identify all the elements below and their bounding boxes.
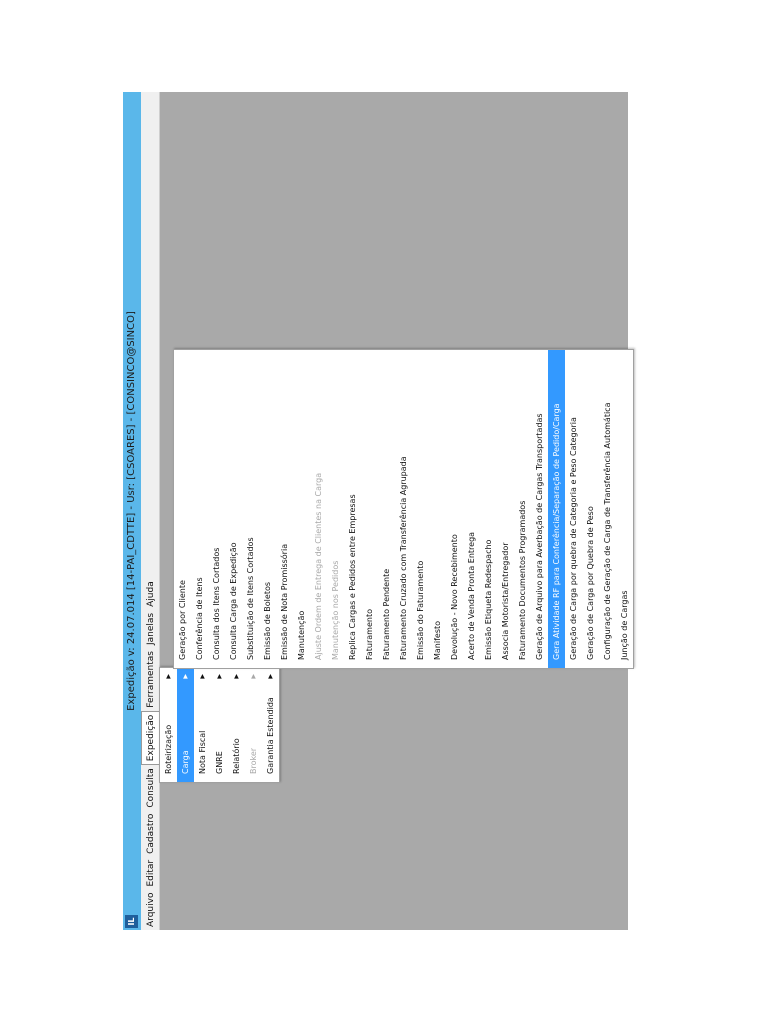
menu-item-label: Faturamento Documentos Programados [518, 500, 527, 660]
submenu-item-emissao-de-boletos[interactable]: Emissão de Boletos [259, 350, 276, 668]
title-bar: IL Expedição v: 24.07.014 [14-PAI_CDTTE]… [123, 92, 141, 930]
menu-ajuda[interactable]: Ajuda [142, 578, 160, 610]
menu-item-roteirizacao[interactable]: Roteirização ▶ [160, 668, 177, 782]
menu-item-broker: Broker ▶ [245, 668, 262, 782]
menu-item-label: Conferência de Itens [195, 577, 204, 660]
submenu-item-emissao-etiqueta-redespacho[interactable]: Emissão Etiqueta Redespacho [480, 350, 497, 668]
submenu-item-gera-atividade-rf-para-conferencia-separacao-de-pedido-carga[interactable]: Gera Atividade RF para Conferência/Separ… [548, 350, 565, 668]
menu-item-label: Configuração de Geração de Carga de Tran… [603, 402, 612, 661]
menu-item-label: Broker [249, 747, 258, 774]
menu-item-label: Geração de Arquivo para Averbação de Car… [535, 413, 544, 660]
menu-editar[interactable]: Editar [142, 857, 160, 890]
submenu-item-geracao-por-cliente[interactable]: Geração por Cliente [174, 350, 191, 668]
submenu-arrow-icon: ▶ [267, 674, 274, 679]
menu-item-label: Geração de Carga por quebra de Categoria… [569, 417, 578, 660]
submenu-item-consulta-dos-itens-cortados[interactable]: Consulta dos Itens Cortados [208, 350, 225, 668]
menu-item-label: Manutenção [297, 610, 306, 660]
submenu-item-devolucao-novo-recebimento[interactable]: Devolução - Novo Recebimento [446, 350, 463, 668]
menu-item-label: Replica Cargas e Pedidos entre Empresas [348, 494, 357, 660]
menu-item-label: Associa Motorista/Entregador [501, 542, 510, 660]
menu-cadastro[interactable]: Cadastro [142, 811, 160, 857]
menu-item-label: Emissão de Nota Promissória [280, 543, 289, 660]
submenu-item-geracao-de-carga-por-quebra-de-peso[interactable]: Geração de Carga por Quebra de Peso [582, 350, 599, 668]
menu-item-label: Roteirização [164, 724, 173, 774]
menu-item-label: Consulta dos Itens Cortados [212, 547, 221, 660]
menu-item-label: Devolução - Novo Recebimento [450, 534, 459, 660]
menu-bar: ArquivoEditarCadastroConsultaExpediçãoFe… [141, 92, 160, 930]
submenu-arrow-icon: ▶ [216, 674, 223, 679]
menu-item-label: Faturamento [365, 609, 374, 660]
submenu-item-associa-motorista-entregador[interactable]: Associa Motorista/Entregador [497, 350, 514, 668]
menu-item-label: Emissão Etiqueta Redespacho [484, 539, 493, 660]
submenu-item-conferencia-de-itens[interactable]: Conferência de Itens [191, 350, 208, 668]
menu-item-label: Gera Atividade RF para Conferência/Separ… [552, 403, 561, 660]
menu-item-label: Geração de Carga por Quebra de Peso [586, 506, 595, 660]
menu-item-label: Garantia Estendida [266, 697, 275, 774]
menu-item-label: Carga [181, 750, 190, 774]
application-window: IL Expedição v: 24.07.014 [14-PAI_CDTTE]… [123, 92, 634, 930]
submenu-item-juncao-de-cargas[interactable]: Junção de Cargas [616, 350, 633, 668]
submenu-item-manutencao[interactable]: Manutenção [293, 350, 310, 668]
submenu-item-manifesto[interactable]: Manifesto [429, 350, 446, 668]
submenu-item-consulta-carga-de-expedicao[interactable]: Consulta Carga de Expedição [225, 350, 242, 668]
menu-item-label: Acerto de Venda Pronta Entrega [467, 531, 476, 660]
menu-item-relatorio[interactable]: Relatório ▶ [228, 668, 245, 782]
submenu-item-geracao-de-carga-por-quebra-de-categoria-e-peso-categoria[interactable]: Geração de Carga por quebra de Categoria… [565, 350, 582, 668]
menu-item-label: Nota Fiscal [198, 730, 207, 774]
submenu-item-faturamento-cruzado-com-transferencia-agrupada[interactable]: Faturamento Cruzado com Transferência Ag… [395, 350, 412, 668]
submenu-arrow-icon: ▶ [199, 674, 206, 679]
menu-item-garantia-estendida[interactable]: Garantia Estendida ▶ [262, 668, 279, 782]
menu-item-label: Emissão do Faturamento [416, 560, 425, 660]
submenu-item-ajuste-ordem-de-entrega-de-clientes-na-carga: Ajuste Ordem de Entrega de Clientes na C… [310, 350, 327, 668]
submenu-arrow-icon: ▶ [233, 674, 240, 679]
submenu-item-replica-cargas-e-pedidos-entre-empresas[interactable]: Replica Cargas e Pedidos entre Empresas [344, 350, 361, 668]
submenu-item-emissao-de-nota-promissoria[interactable]: Emissão de Nota Promissória [276, 350, 293, 668]
menu-item-label: Emissão de Boletos [263, 581, 272, 660]
menu-ferramentas[interactable]: Ferramentas [142, 648, 160, 711]
menu-item-gnre[interactable]: GNRE ▶ [211, 668, 228, 782]
submenu-item-geracao-de-arquivo-para-averbacao-de-cargas-transportadas[interactable]: Geração de Arquivo para Averbação de Car… [531, 350, 548, 668]
submenu-item-manutencao-nos-pedidos: Manutenção nos Pedidos [327, 350, 344, 668]
expedicao-dropdown-menu: Roteirização ▶ Carga ▶ Nota Fiscal ▶ GNRE ▶ Rela… [159, 667, 280, 783]
menu-item-label: GNRE [215, 751, 224, 774]
submenu-item-faturamento-pendente[interactable]: Faturamento Pendente [378, 350, 395, 668]
menu-item-label: Relatório [232, 738, 241, 774]
submenu-item-faturamento[interactable]: Faturamento [361, 350, 378, 668]
menu-item-label: Geração por Cliente [178, 580, 187, 660]
submenu-item-configuracao-de-geracao-de-carga-de-transferencia-automatica[interactable]: Configuração de Geração de Carga de Tran… [599, 350, 616, 668]
submenu-item-emissao-do-faturamento[interactable]: Emissão do Faturamento [412, 350, 429, 668]
menu-item-label: Ajuste Ordem de Entrega de Clientes na C… [314, 472, 323, 660]
menu-item-label: Manutenção nos Pedidos [331, 560, 340, 660]
submenu-arrow-icon: ▶ [250, 674, 257, 679]
menu-arquivo[interactable]: Arquivo [142, 890, 160, 930]
submenu-item-acerto-de-venda-pronta-entrega[interactable]: Acerto de Venda Pronta Entrega [463, 350, 480, 668]
menu-item-carga[interactable]: Carga ▶ [177, 668, 194, 782]
menu-item-label: Substituição de Itens Cortados [246, 537, 255, 660]
menu-item-label: Consulta Carga de Expedição [229, 542, 238, 660]
menu-item-label: Junção de Cargas [620, 590, 629, 660]
menu-item-nota-fiscal[interactable]: Nota Fiscal ▶ [194, 668, 211, 782]
window-title: Expedição v: 24.07.014 [14-PAI_CDTTE] - … [126, 311, 137, 711]
submenu-arrow-icon: ▶ [165, 674, 172, 679]
menu-item-label: Manifesto [433, 620, 442, 660]
carga-submenu: Geração por Cliente Conferência de Itens C… [173, 349, 634, 669]
menu-item-label: Faturamento Cruzado com Transferência Ag… [399, 456, 408, 660]
submenu-item-faturamento-documentos-programados[interactable]: Faturamento Documentos Programados [514, 350, 531, 668]
submenu-arrow-icon: ▶ [182, 674, 189, 679]
menu-expedicao[interactable]: Expedição [141, 710, 159, 766]
menu-consulta[interactable]: Consulta [142, 765, 160, 810]
submenu-item-substituicao-de-itens-cortados[interactable]: Substituição de Itens Cortados [242, 350, 259, 668]
menu-item-label: Faturamento Pendente [382, 568, 391, 660]
menu-janelas[interactable]: Janelas [142, 610, 160, 648]
